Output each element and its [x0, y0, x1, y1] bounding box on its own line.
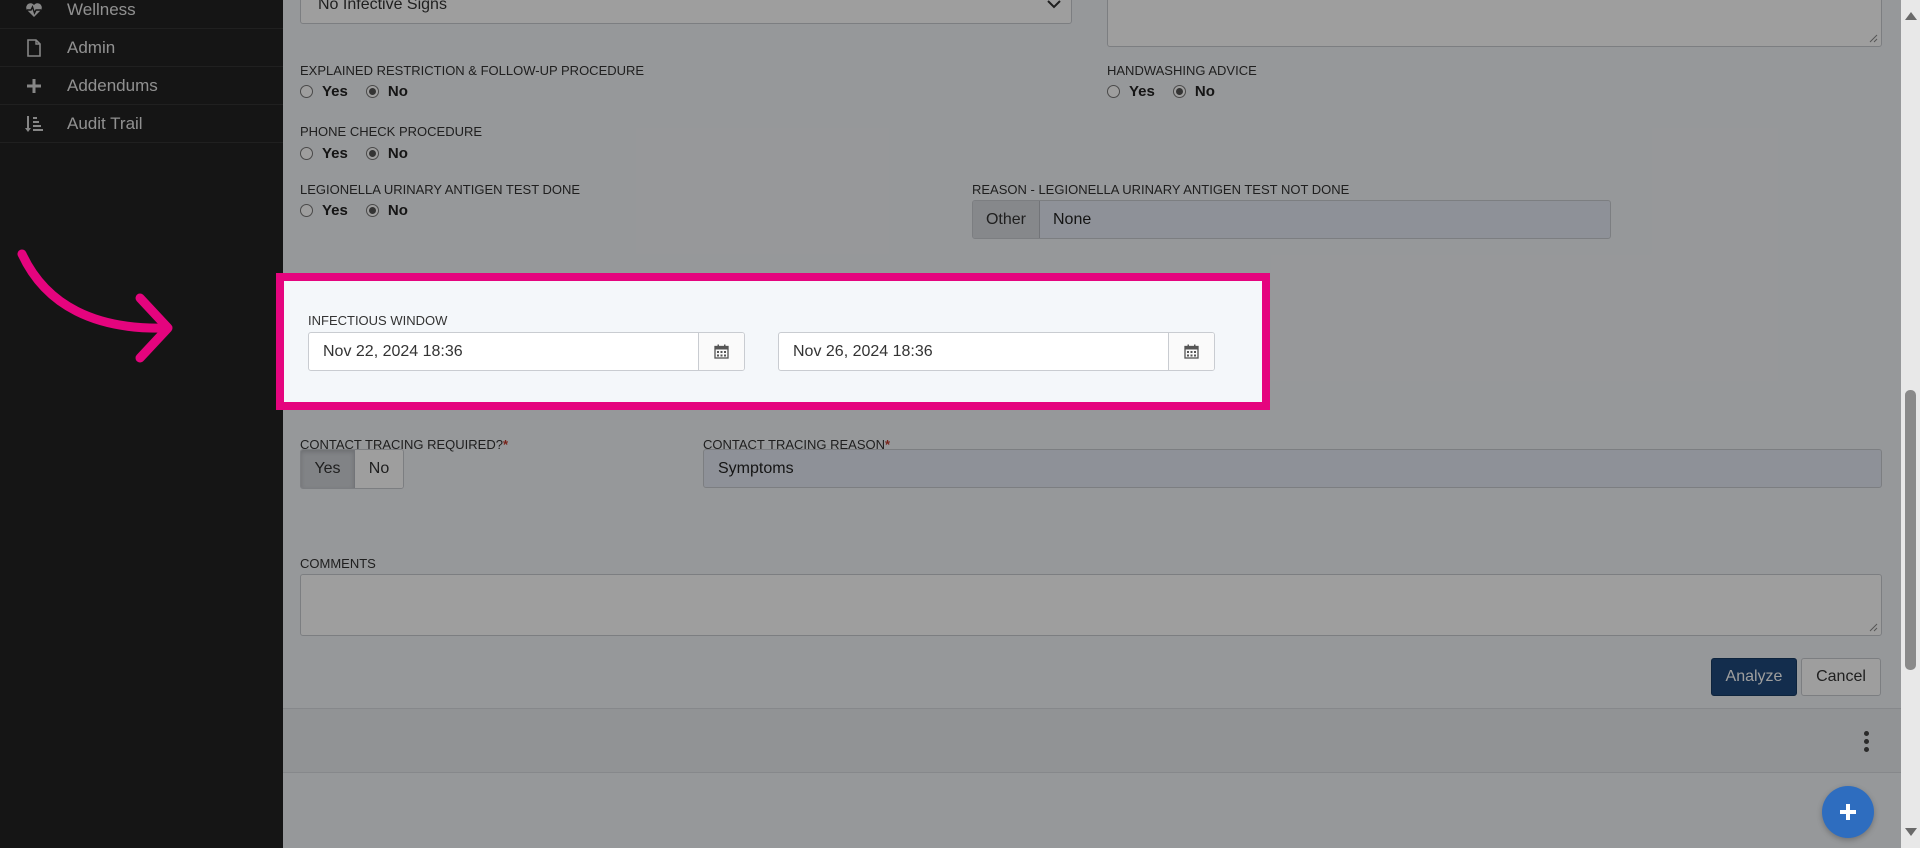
legionella-yes[interactable]: Yes — [300, 202, 348, 219]
explained-restriction-yes[interactable]: Yes — [300, 83, 348, 100]
resize-grip-icon[interactable] — [1868, 33, 1878, 43]
sidebar-item-label: Admin — [67, 37, 116, 57]
reason-other-button[interactable]: Other — [973, 201, 1040, 238]
plus-icon — [1840, 804, 1856, 820]
explained-restriction-label: EXPLAINED RESTRICTION & FOLLOW-UP PROCED… — [300, 63, 645, 78]
infectious-window-label: INFECTIOUS WINDOW — [308, 313, 448, 328]
phone-check-yes[interactable]: Yes — [300, 145, 348, 162]
infectious-window-start-input[interactable]: Nov 22, 2024 18:36 — [308, 332, 745, 371]
main-content: No Infective Signs EXPLAINED RESTRICTION… — [283, 0, 1901, 848]
comments-label: COMMENTS — [300, 556, 376, 571]
sidebar-item-addendums[interactable]: Addendums — [0, 67, 283, 105]
sidebar-item-wellness[interactable]: Wellness — [0, 0, 283, 29]
infectious-window-end-input[interactable]: Nov 26, 2024 18:36 — [778, 332, 1215, 371]
scroll-up-icon[interactable] — [1905, 12, 1917, 20]
sidebar-item-label: Addendums — [67, 75, 158, 95]
contact-tracing-no-button[interactable]: No — [355, 450, 403, 488]
radio-checked-icon[interactable] — [365, 147, 379, 160]
highlight-box: INFECTIOUS WINDOW Nov 22, 2024 18:36 Nov… — [276, 273, 1270, 410]
phone-check-label: PHONE CHECK PROCEDURE — [300, 124, 483, 139]
infectious-window-end-value[interactable]: Nov 26, 2024 18:36 — [779, 333, 1168, 370]
handwashing-radio-group: Yes No — [1107, 83, 1233, 100]
add-fab-button[interactable] — [1822, 786, 1874, 838]
legionella-label: LEGIONELLA URINARY ANTIGEN TEST DONE — [300, 182, 581, 197]
radio-icon[interactable] — [300, 204, 313, 217]
radio-checked-icon[interactable] — [365, 204, 379, 217]
cancel-button[interactable]: Cancel — [1801, 658, 1881, 696]
radio-icon[interactable] — [1107, 85, 1120, 98]
sidebar-item-label: Wellness — [67, 0, 136, 19]
comments-textarea[interactable] — [300, 574, 1882, 636]
legionella-reason-input: Other None — [972, 200, 1611, 239]
vertical-scrollbar[interactable] — [1901, 0, 1920, 848]
phone-check-radio-group: Yes No — [300, 145, 426, 162]
explained-restriction-radio-group: Yes No — [300, 83, 426, 100]
heartbeat-icon — [24, 0, 44, 20]
sidebar: Wellness Admin Addendums Audit Trail — [0, 0, 283, 848]
bottom-area — [283, 773, 1901, 848]
legionella-radio-group: Yes No — [300, 202, 426, 219]
resize-grip-icon[interactable] — [1868, 622, 1878, 632]
legionella-no[interactable]: No — [365, 202, 408, 219]
explained-restriction-no[interactable]: No — [365, 83, 408, 100]
contact-tracing-yes-button[interactable]: Yes — [301, 450, 355, 488]
sort-list-icon — [24, 114, 44, 134]
handwashing-label: HANDWASHING ADVICE — [1107, 63, 1257, 78]
contact-tracing-toggle: Yes No — [300, 449, 404, 489]
handwashing-yes[interactable]: Yes — [1107, 83, 1155, 100]
radio-checked-icon[interactable] — [365, 85, 379, 98]
calendar-icon[interactable] — [1168, 333, 1214, 370]
notes-textarea[interactable] — [1107, 0, 1882, 47]
sidebar-item-audit-trail[interactable]: Audit Trail — [0, 105, 283, 143]
chevron-down-icon — [1047, 0, 1061, 14]
phone-check-no[interactable]: No — [365, 145, 408, 162]
contact-reason-input[interactable]: Symptoms — [703, 449, 1882, 488]
sidebar-item-admin[interactable]: Admin — [0, 29, 283, 67]
calendar-icon[interactable] — [698, 333, 744, 370]
plus-icon — [24, 76, 44, 96]
file-icon — [24, 38, 44, 58]
handwashing-no[interactable]: No — [1172, 83, 1215, 100]
infective-signs-select[interactable]: No Infective Signs — [300, 0, 1072, 24]
radio-icon[interactable] — [300, 85, 313, 98]
radio-icon[interactable] — [300, 147, 313, 160]
sidebar-item-label: Audit Trail — [67, 113, 143, 133]
scroll-thumb[interactable] — [1905, 390, 1916, 670]
scroll-down-icon[interactable] — [1905, 828, 1917, 836]
infective-signs-value: No Infective Signs — [318, 0, 447, 13]
kebab-menu-icon[interactable] — [1864, 731, 1870, 755]
legionella-reason-value[interactable]: None — [1040, 201, 1091, 238]
infectious-window-start-value[interactable]: Nov 22, 2024 18:36 — [309, 333, 698, 370]
radio-checked-icon[interactable] — [1172, 85, 1186, 98]
analyze-button[interactable]: Analyze — [1711, 658, 1797, 696]
section-bar — [283, 708, 1901, 773]
pointer-arrow-icon — [17, 249, 173, 363]
legionella-reason-label: REASON - LEGIONELLA URINARY ANTIGEN TEST… — [972, 182, 1350, 197]
